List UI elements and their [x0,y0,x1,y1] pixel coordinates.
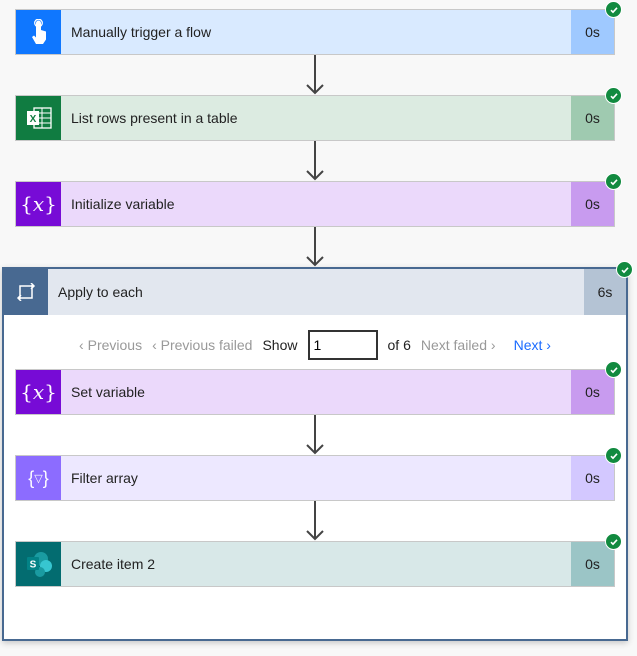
variable-icon: {x} [16,182,61,226]
step-manual-trigger[interactable]: Manually trigger a flow 0s [15,9,615,55]
step-create-item[interactable]: S Create item 2 0s [15,541,615,587]
success-check-icon [605,447,622,464]
step-duration: 0s [571,370,614,414]
iteration-pager: ‹ Previous ‹ Previous failed Show of 6 N… [4,330,626,360]
next-button[interactable]: Next › [514,337,551,353]
step-label: List rows present in a table [71,110,238,126]
iteration-input[interactable] [307,330,378,360]
step-duration: 0s [571,96,614,140]
step-label: Create item 2 [71,556,156,572]
svg-text:X: X [29,114,36,125]
success-check-icon [605,361,622,378]
filter-array-icon: {▽} [16,456,61,500]
step-label: Initialize variable [71,196,175,212]
iteration-count: of 6 [387,337,411,353]
step-initialize-variable[interactable]: {x} Initialize variable 0s [15,181,615,227]
step-set-variable[interactable]: {x} Set variable 0s [15,369,615,415]
step-duration: 0s [571,542,614,586]
connector-arrow [305,501,325,541]
success-check-icon [616,261,633,278]
connector-arrow [305,141,325,181]
svg-text:S: S [29,560,36,571]
connector-arrow [305,227,325,267]
touch-trigger-icon [16,10,61,54]
previous-failed-button[interactable]: ‹ Previous failed [152,337,252,353]
step-duration: 0s [571,10,614,54]
step-label: Manually trigger a flow [71,24,212,40]
connector-arrow [305,415,325,455]
success-check-icon [605,87,622,104]
next-failed-button[interactable]: Next failed › [421,337,496,353]
step-label: Set variable [71,384,145,400]
success-check-icon [605,1,622,18]
apply-to-each-header[interactable]: Apply to each 6s [4,269,626,315]
step-label: Filter array [71,470,138,486]
step-duration: 0s [571,182,614,226]
excel-icon: X [16,96,61,140]
step-duration: 0s [571,456,614,500]
success-check-icon [605,173,622,190]
loop-label: Apply to each [58,284,143,300]
success-check-icon [605,533,622,550]
previous-button[interactable]: ‹ Previous [79,337,142,353]
connector-arrow [305,55,325,95]
variable-icon: {x} [16,370,61,414]
step-filter-array[interactable]: {▽} Filter array 0s [15,455,615,501]
show-label: Show [262,337,298,353]
loop-icon [4,269,48,315]
step-list-rows[interactable]: X List rows present in a table 0s [15,95,615,141]
sharepoint-icon: S [16,542,61,586]
